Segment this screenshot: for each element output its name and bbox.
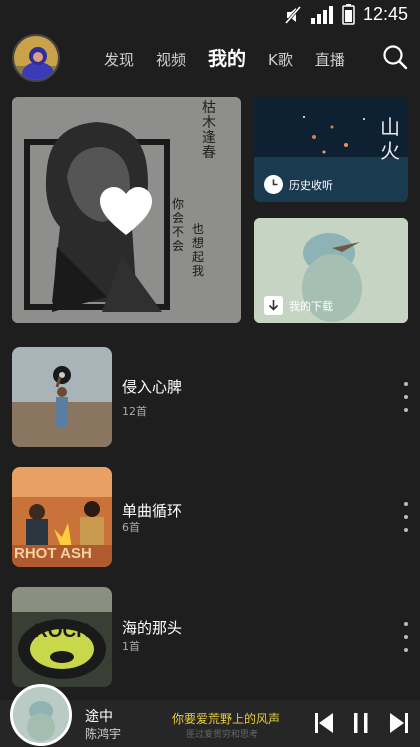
playlist-title: 侵入心脾 [122, 378, 183, 396]
clock: 12:45 [362, 4, 408, 24]
liked-songs-card[interactable]: 枯木逢春 你会不会 也想起我 [12, 97, 241, 323]
download-label-text: 我的下载 [289, 299, 333, 313]
playlist-cover: ROCK [12, 587, 112, 687]
more-icon[interactable] [402, 502, 410, 532]
cover-lyric-2: 也想起我 [192, 222, 205, 278]
search-icon[interactable] [382, 44, 408, 70]
next-icon[interactable] [389, 712, 409, 734]
next-lyric: 匪过爱贯穷和思考 [186, 730, 259, 740]
pause-icon[interactable] [352, 712, 370, 734]
download-tile[interactable]: 我的下载 [254, 218, 408, 323]
cover-sign-text: RHOT ASH [14, 545, 92, 562]
download-icon [264, 296, 283, 315]
cover-rock-text: ROCK [34, 621, 90, 642]
previous-icon[interactable] [314, 712, 334, 734]
playlist-cover: RHOT ASH [12, 467, 112, 567]
playlist-title: 海的那头 [122, 619, 183, 637]
cover-title: 枯木逢春 [202, 100, 216, 161]
song-artist: 陈鸿宇 [85, 727, 122, 741]
current-lyric: 你要爱荒野上的风声 [172, 712, 281, 726]
tab-video[interactable]: 视频 [156, 49, 186, 70]
playlist-item[interactable]: RHOT ASH 单曲循环 6首 [0, 467, 420, 567]
heart-icon[interactable] [98, 185, 154, 237]
mute-icon [284, 5, 302, 24]
tab-karaoke[interactable]: K歌 [268, 49, 293, 70]
tab-live[interactable]: 直播 [315, 49, 345, 70]
now-playing-cover[interactable] [10, 684, 72, 746]
song-title: 途中 [85, 709, 113, 725]
playlist-cover [12, 347, 112, 447]
more-icon[interactable] [402, 622, 410, 652]
status-bar: 12:45 [0, 0, 420, 30]
mini-player[interactable]: 途中 陈鸿宇 你要爱荒野上的风声 匪过爱贯穷和思考 [0, 684, 420, 747]
clock-icon [264, 175, 283, 194]
download-label: 我的下载 [264, 296, 333, 315]
nav-tabs: 发现 视频 我的 K歌 直播 [104, 44, 367, 71]
history-cover-text: 山火 [380, 115, 400, 163]
cover-lyric-1: 你会不会 [172, 197, 185, 253]
playlist-item[interactable]: 侵入心脾 12首 [0, 347, 420, 447]
tab-mine[interactable]: 我的 [208, 44, 246, 71]
battery-icon [342, 4, 355, 25]
history-tile[interactable]: 山火 历史收听 [254, 97, 408, 202]
playlist-title: 单曲循环 [122, 502, 183, 520]
avatar[interactable] [12, 34, 60, 82]
playlist-item[interactable]: ROCK 海的那头 1首 [0, 587, 420, 687]
tab-discover[interactable]: 发现 [104, 49, 134, 70]
playlist-count: 12首 [122, 405, 147, 418]
top-nav: 发现 视频 我的 K歌 直播 [0, 32, 420, 82]
more-icon[interactable] [402, 382, 410, 412]
signal-icon [310, 5, 333, 24]
playlist-count: 1首 [122, 640, 140, 653]
history-label-text: 历史收听 [289, 178, 333, 192]
history-label: 历史收听 [264, 175, 333, 194]
playlist-count: 6首 [122, 521, 140, 534]
